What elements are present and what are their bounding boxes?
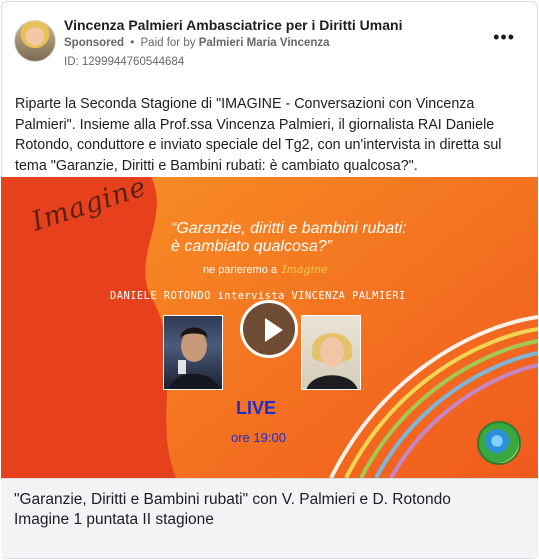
globe-logo-icon bbox=[477, 421, 521, 465]
sponsored-line: Sponsored • Paid for by Palmieri Maria V… bbox=[64, 37, 330, 49]
paid-for-name: Palmieri Maria Vincenza bbox=[198, 37, 330, 49]
caption-title: "Garanzie, Diritti e Bambini rubati" con… bbox=[14, 491, 451, 508]
vincenza-palmieri-photo bbox=[301, 315, 361, 390]
separator-dot: • bbox=[130, 37, 135, 49]
avatar[interactable] bbox=[14, 20, 56, 62]
page-name-link[interactable]: Vincenza Palmieri Ambasciatrice per i Di… bbox=[64, 17, 402, 33]
more-options-icon[interactable]: ••• bbox=[493, 28, 515, 46]
speakers-line: DANIELE ROTONDO intervista VINCENZA PALM… bbox=[110, 290, 406, 302]
play-icon[interactable] bbox=[240, 300, 298, 358]
daniele-rotondo-photo bbox=[163, 315, 223, 390]
caption-subtitle: Imagine 1 puntata II stagione bbox=[14, 511, 214, 528]
parleremo-line: ne parleremo a Imagine bbox=[203, 263, 328, 276]
link-caption[interactable]: "Garanzie, Diritti e Bambini rubati" con… bbox=[1, 478, 538, 558]
live-time: ore 19:00 bbox=[231, 430, 286, 445]
live-label: LIVE bbox=[236, 398, 277, 418]
paid-for-prefix: Paid for by bbox=[140, 37, 196, 49]
post-header: Vincenza Palmieri Ambasciatrice per i Di… bbox=[2, 2, 537, 82]
ad-id: ID: 1299944760544684 bbox=[64, 56, 185, 68]
parleremo-brand: Imagine bbox=[282, 263, 328, 276]
quote-line-1: “Garanzie, diritti e bambini rubati: bbox=[171, 220, 407, 237]
quote-line-2: è cambiato qualcosa?” bbox=[171, 238, 332, 255]
post-body-text: Riparte la Seconda Stagione di "IMAGINE … bbox=[15, 96, 502, 174]
parleremo-text: ne parleremo a bbox=[203, 264, 277, 276]
sponsored-label: Sponsored bbox=[64, 37, 125, 49]
episode-quote: “Garanzie, diritti e bambini rubati: è c… bbox=[171, 220, 431, 256]
